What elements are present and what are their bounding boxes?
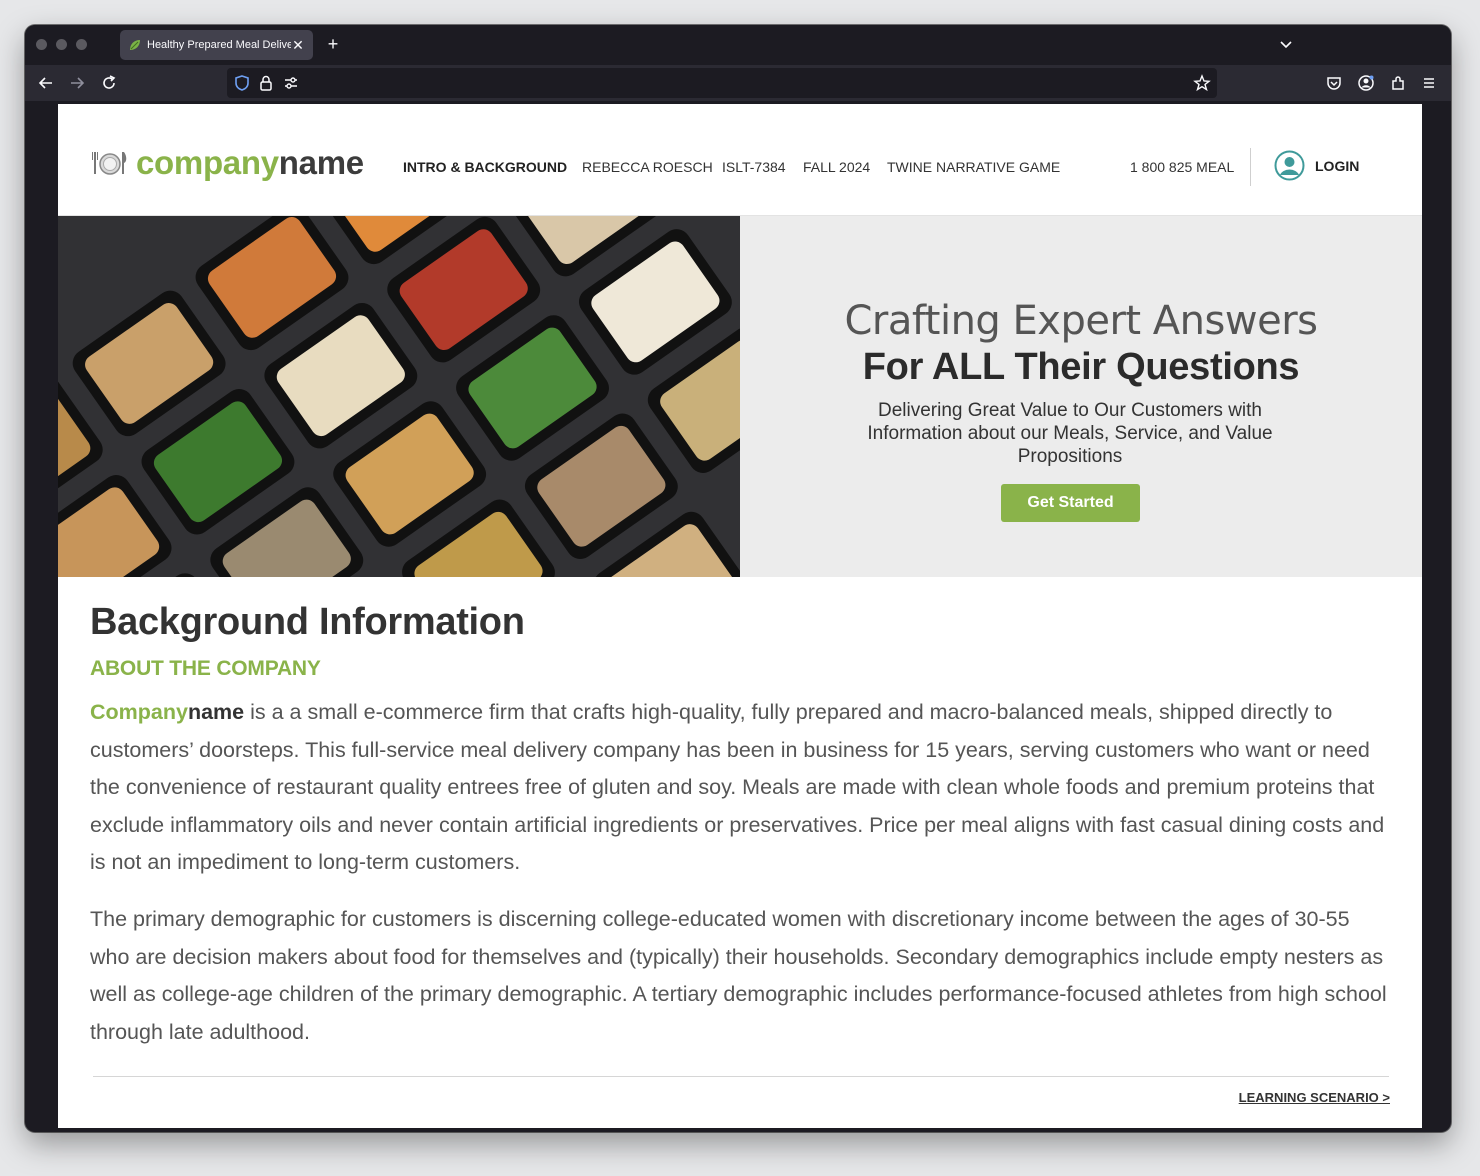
learning-scenario-link[interactable]: LEARNING SCENARIO >	[1239, 1090, 1390, 1105]
brand-name-company: Company	[90, 700, 188, 724]
nav-islt-7384[interactable]: ISLT-7384	[722, 159, 786, 175]
hero-headline-light: Crafting Expert Answers	[844, 298, 1318, 344]
pocket-icon[interactable]	[1324, 73, 1344, 93]
back-arrow-icon[interactable]	[36, 73, 56, 93]
zoom-window-button[interactable]	[76, 39, 87, 50]
permissions-icon[interactable]	[281, 73, 301, 93]
menu-icon[interactable]	[1419, 73, 1439, 93]
logo-text-company: company	[136, 144, 279, 181]
nav-rebecca-roesch[interactable]: REBECCA ROESCH	[582, 159, 713, 175]
meal-trays-illustration	[58, 216, 740, 577]
reload-icon[interactable]	[99, 73, 119, 93]
tab-strip: Healthy Prepared Meal Delivery ✕ +	[25, 25, 1451, 65]
minimize-window-button[interactable]	[56, 39, 67, 50]
logo-text-name: name	[278, 144, 364, 181]
paragraph-company-text: is a a small e-commerce firm that crafts…	[90, 700, 1385, 874]
company-logo[interactable]: company name	[92, 144, 364, 182]
section-subtitle: ABOUT THE COMPANY	[90, 657, 321, 680]
web-page: company name INTRO & BACKGROUND REBECCA R…	[58, 104, 1422, 1128]
meal-trays-image	[58, 216, 740, 577]
hero-section: Crafting Expert Answers For ALL Their Qu…	[58, 216, 1422, 577]
paragraph-company: Companyname is a a small e-commerce firm…	[90, 694, 1390, 882]
nav-twine-narrative-game[interactable]: TWINE NARRATIVE GAME	[887, 159, 1060, 175]
brand-name-name: name	[187, 700, 245, 724]
url-bar[interactable]	[227, 68, 1217, 98]
hero-text-panel: Crafting Expert Answers For ALL Their Qu…	[740, 216, 1422, 577]
bookmark-star-icon[interactable]	[1192, 73, 1212, 93]
browser-window: Healthy Prepared Meal Delivery ✕ + compa…	[25, 25, 1451, 1132]
divider	[93, 1076, 1389, 1077]
tab-active[interactable]: Healthy Prepared Meal Delivery ✕	[120, 30, 313, 60]
user-avatar-icon	[1274, 150, 1305, 181]
get-started-button[interactable]: Get Started	[1001, 484, 1140, 522]
tab-title: Healthy Prepared Meal Delivery	[147, 39, 291, 51]
header-divider	[1250, 148, 1251, 186]
site-header: company name INTRO & BACKGROUND REBECCA R…	[58, 104, 1422, 216]
login-button[interactable]: LOGIN	[1274, 150, 1359, 181]
forward-arrow-icon[interactable]	[67, 73, 87, 93]
nav-fall-2024[interactable]: FALL 2024	[803, 159, 870, 175]
section-title: Background Information	[90, 601, 525, 643]
nav-intro-background[interactable]: INTRO & BACKGROUND	[403, 159, 567, 175]
hero-headline-bold: For ALL Their Questions	[862, 346, 1300, 388]
phone-number[interactable]: 1 800 825 MEAL	[1130, 159, 1234, 175]
login-label: LOGIN	[1315, 157, 1360, 174]
shield-icon[interactable]	[232, 73, 252, 93]
hero-subtext: Delivering Great Value to Our Customers …	[867, 400, 1273, 467]
leaf-favicon-icon	[130, 40, 140, 50]
extensions-icon[interactable]	[1388, 73, 1408, 93]
nav-toolbar	[25, 65, 1451, 101]
chevron-down-icon[interactable]	[1277, 35, 1295, 53]
lock-icon[interactable]	[256, 73, 276, 93]
plate-fork-knife-icon	[92, 152, 127, 175]
paragraph-demographics: The primary demographic for customers is…	[90, 907, 1387, 1044]
account-icon[interactable]	[1356, 73, 1376, 93]
close-tab-icon[interactable]: ✕	[291, 37, 305, 54]
close-window-button[interactable]	[36, 39, 47, 50]
new-tab-button[interactable]: +	[323, 34, 343, 55]
